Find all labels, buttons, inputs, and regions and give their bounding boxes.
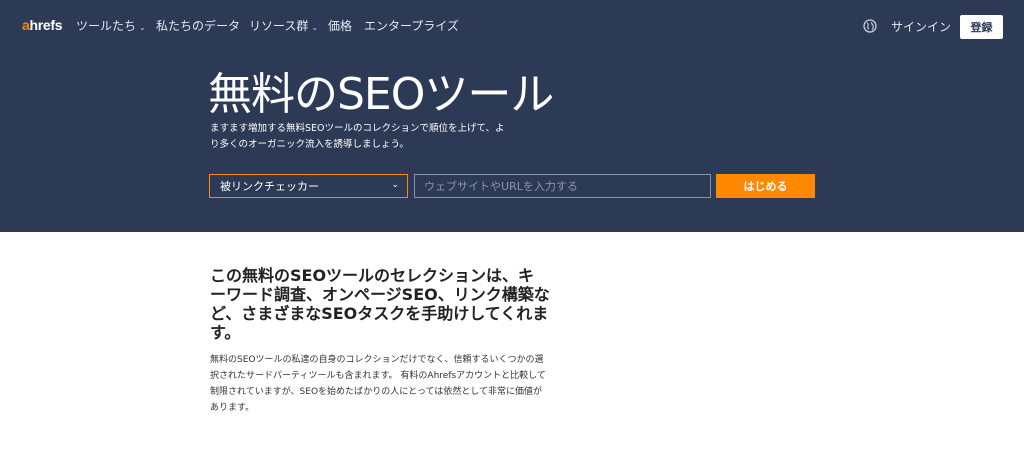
chevron-down-icon: ⌄ <box>139 23 146 32</box>
tool-select[interactable]: 被リンクチェッカー ⌄ <box>209 174 408 198</box>
nav-item-pricing[interactable]: 価格 <box>328 17 352 34</box>
nav-item-enterprise[interactable]: エンタープライズ <box>364 17 459 34</box>
chevron-down-icon: ⌄ <box>311 23 319 32</box>
signin-link[interactable]: サインイン <box>891 18 951 35</box>
nav-item-resources[interactable]: リソース群 ⌄ <box>249 17 318 34</box>
register-button[interactable]: 登録 <box>960 15 1003 39</box>
nav-item-tools[interactable]: ツールたち ⌄ <box>76 17 146 34</box>
url-input[interactable] <box>414 174 711 198</box>
section-heading: この無料のSEOツールのセレクションは、キーワード調査、オンページSEO、リンク… <box>210 266 550 342</box>
page-title: 無料のSEOツール <box>208 69 554 120</box>
chevron-down-icon: ⌄ <box>391 180 399 190</box>
globe-icon[interactable] <box>863 19 877 33</box>
start-button[interactable]: はじめる <box>716 174 815 198</box>
top-navigation: ahrefs ツールたち ⌄ 私たちのデータ リソース群 ⌄ 価格 エンタープライズ… <box>0 0 1024 52</box>
nav-item-our-data[interactable]: 私たちのデータ <box>156 17 240 34</box>
ahrefs-logo[interactable]: ahrefs <box>22 17 63 33</box>
hero-subtitle: ますます増加する無料SEOツールのコレクションで順位を上げて、より多くのオーガニ… <box>210 123 505 150</box>
tool-select-value: 被リンクチェッカー <box>220 180 319 193</box>
section-body: 無料のSEOツールの私達の自身のコレクションだけでなく、信頼するいくつかの選択さ… <box>210 355 546 413</box>
